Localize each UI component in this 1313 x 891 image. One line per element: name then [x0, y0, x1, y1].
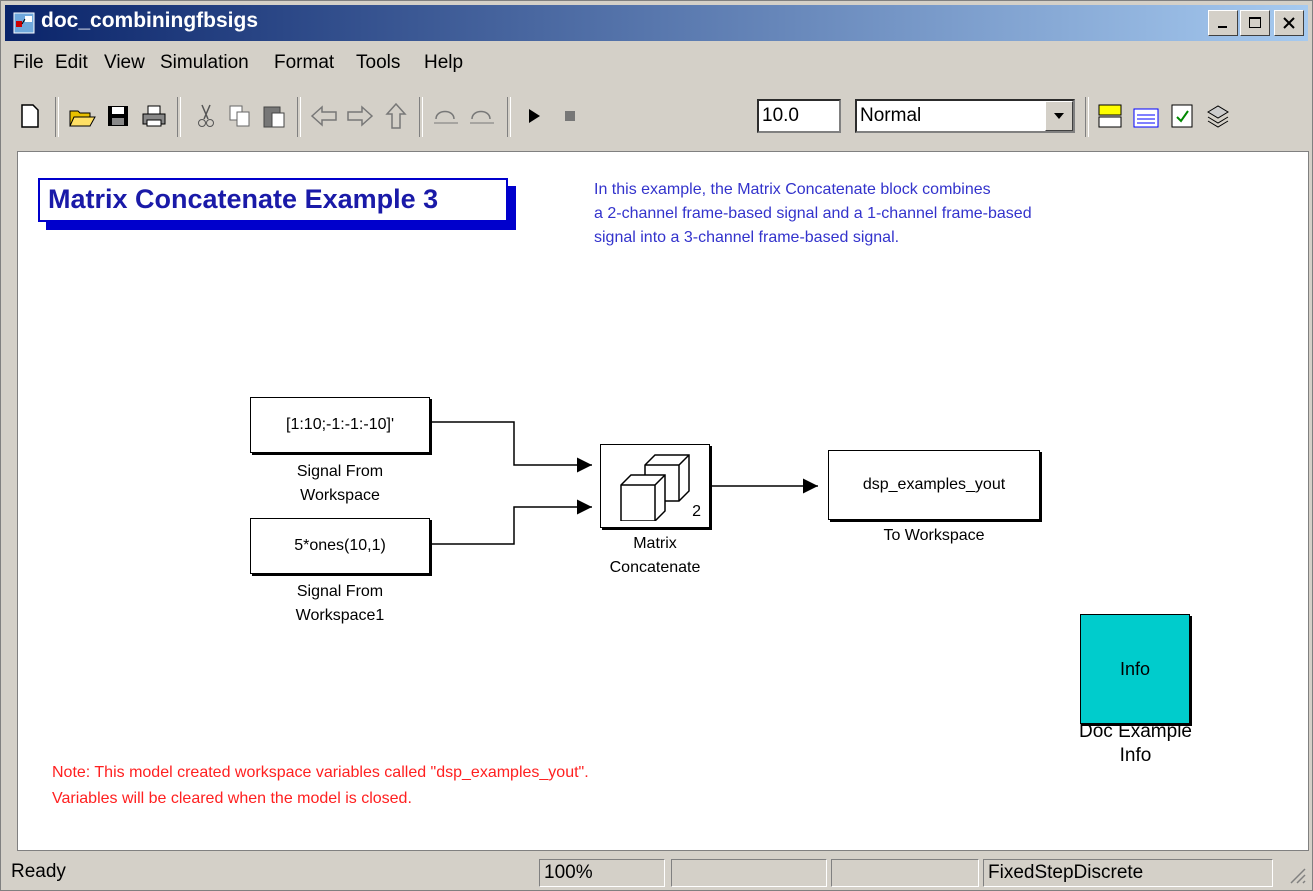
- menu-view[interactable]: View: [104, 52, 145, 74]
- close-icon: [1283, 17, 1295, 29]
- block-label: To Workspace: [883, 527, 985, 544]
- menu-simulation[interactable]: Simulation: [160, 52, 249, 74]
- redo-icon: [470, 110, 494, 124]
- signal-from-workspace-block[interactable]: [1:10;-1:-1:-10]': [250, 397, 430, 453]
- status-text: Ready: [11, 861, 66, 882]
- up-icon: [385, 102, 407, 129]
- save-icon: [108, 106, 128, 126]
- simulation-mode-select[interactable]: Normal: [855, 99, 1075, 133]
- start-simulation-button[interactable]: [517, 99, 551, 133]
- port-count: 2: [692, 503, 701, 520]
- back-button[interactable]: [307, 99, 341, 133]
- undo-button[interactable]: [429, 99, 463, 133]
- menu-bar: File Edit View Simulation Format Tools H…: [5, 43, 1308, 83]
- matrix-concatenate-block[interactable]: 2: [600, 444, 710, 528]
- menu-help[interactable]: Help: [424, 52, 463, 74]
- paste-icon: [263, 106, 285, 128]
- back-icon: [310, 105, 337, 127]
- concatenate-cubes-icon: [620, 454, 690, 521]
- copy-icon: [229, 105, 250, 127]
- build-button[interactable]: [1201, 99, 1235, 133]
- doc-example-info-block[interactable]: Info: [1080, 614, 1190, 724]
- copy-button[interactable]: [223, 99, 257, 133]
- simulation-mode-value: Normal: [860, 105, 922, 126]
- maximize-icon: [1249, 17, 1261, 28]
- block-label: Signal From Workspace1: [295, 583, 385, 624]
- new-button[interactable]: [13, 99, 47, 133]
- block-label: Signal From Workspace: [296, 463, 384, 504]
- status-bar: Ready 100% FixedStepDiscrete: [5, 857, 1308, 889]
- title-bar[interactable]: doc_combiningfbsigs: [5, 5, 1308, 41]
- library-browser-button[interactable]: [1093, 99, 1127, 133]
- update-diagram-icon: [1171, 104, 1193, 128]
- maximize-button[interactable]: [1240, 10, 1270, 36]
- save-button[interactable]: [101, 99, 135, 133]
- undo-icon: [434, 110, 458, 124]
- toolbar: 10.0 Normal: [5, 87, 1308, 149]
- print-button[interactable]: [137, 99, 171, 133]
- forward-icon: [347, 105, 374, 127]
- zoom-level: 100%: [539, 859, 665, 887]
- menu-file[interactable]: File: [13, 52, 44, 74]
- resize-grip-icon[interactable]: [1287, 865, 1307, 885]
- model-canvas[interactable]: Matrix Concatenate Example 3 In this exa…: [17, 151, 1309, 851]
- window-title: doc_combiningfbsigs: [41, 9, 259, 32]
- status-pane: [671, 859, 827, 887]
- menu-format[interactable]: Format: [274, 52, 334, 74]
- model-explorer-button[interactable]: [1129, 99, 1163, 133]
- block-label: Matrix Concatenate: [609, 535, 701, 576]
- redo-button[interactable]: [465, 99, 499, 133]
- paste-button[interactable]: [257, 99, 291, 133]
- menu-tools[interactable]: Tools: [356, 52, 400, 74]
- cut-button[interactable]: [189, 99, 223, 133]
- print-icon: [142, 105, 166, 127]
- up-button[interactable]: [379, 99, 413, 133]
- start-icon: [529, 109, 540, 123]
- build-icon: [1207, 105, 1229, 128]
- minimize-button[interactable]: [1208, 10, 1238, 36]
- solver-name: FixedStepDiscrete: [983, 859, 1273, 887]
- open-button[interactable]: [65, 99, 99, 133]
- stop-time-input[interactable]: 10.0: [757, 99, 841, 133]
- chevron-down-icon: [1054, 113, 1064, 119]
- simulink-window: doc_combiningfbsigs File Edit View Simul…: [0, 0, 1313, 891]
- model-explorer-icon: [1133, 108, 1159, 128]
- simulink-icon: [13, 12, 35, 34]
- cut-icon: [198, 104, 214, 127]
- library-icon: [1098, 104, 1122, 128]
- dropdown-arrow[interactable]: [1045, 101, 1073, 131]
- new-icon: [21, 104, 39, 128]
- stop-simulation-button[interactable]: [553, 99, 587, 133]
- block-label: Doc Example Info: [1079, 721, 1192, 766]
- forward-button[interactable]: [343, 99, 377, 133]
- signal-from-workspace1-block[interactable]: 5*ones(10,1): [250, 518, 430, 574]
- close-button[interactable]: [1274, 10, 1304, 36]
- status-pane: [831, 859, 979, 887]
- minimize-icon: [1218, 26, 1227, 28]
- open-icon: [69, 110, 96, 127]
- menu-edit[interactable]: Edit: [55, 52, 88, 74]
- to-workspace-block[interactable]: dsp_examples_yout: [828, 450, 1040, 520]
- update-diagram-button[interactable]: [1165, 99, 1199, 133]
- stop-icon: [565, 111, 575, 121]
- note-annotation[interactable]: Note: This model created workspace varia…: [52, 760, 589, 812]
